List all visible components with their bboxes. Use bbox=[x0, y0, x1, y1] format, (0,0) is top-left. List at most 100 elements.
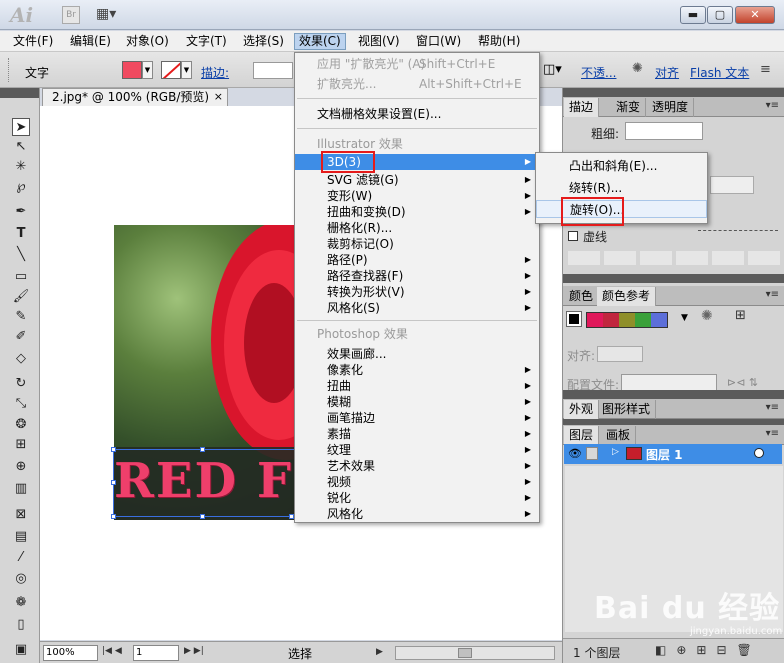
menu-view[interactable]: 视图(V) bbox=[354, 33, 404, 50]
panel-menu-icon[interactable]: ▾≡ bbox=[766, 289, 779, 300]
direct-selection-tool-icon[interactable]: ↖ bbox=[12, 138, 30, 156]
column-graph-tool-icon[interactable]: ▯ bbox=[12, 616, 30, 634]
opacity-link[interactable]: 不透... bbox=[581, 64, 616, 81]
tab-graphic-styles[interactable]: 图形样式 bbox=[597, 400, 657, 419]
menu-item-distort-transform[interactable]: 扭曲和变换(D) ▶ bbox=[295, 204, 539, 220]
visibility-eye-icon[interactable]: 👁 bbox=[568, 447, 582, 460]
page-nav-first-icon[interactable]: |◀ ◀ bbox=[102, 646, 122, 656]
save-color-group-icon[interactable]: ⊞ bbox=[735, 308, 746, 323]
pen-tool-icon[interactable]: ✒ bbox=[12, 203, 30, 221]
menu-item-sharpen[interactable]: 锐化 ▶ bbox=[295, 490, 539, 506]
menu-edit[interactable]: 编辑(E) bbox=[66, 33, 115, 50]
menu-item-convert-to-shape[interactable]: 转换为形状(V) ▶ bbox=[295, 284, 539, 300]
menu-item-sketch[interactable]: 素描 ▶ bbox=[295, 426, 539, 442]
harmony-swatch[interactable] bbox=[603, 313, 619, 327]
miter-field[interactable] bbox=[710, 176, 754, 194]
menu-window[interactable]: 窗口(W) bbox=[412, 33, 465, 50]
menu-effect[interactable]: 效果(C) bbox=[294, 33, 346, 50]
stroke-link[interactable]: 描边: bbox=[201, 64, 229, 81]
menu-item-revolve[interactable]: 绕转(R)... bbox=[536, 179, 707, 197]
menu-item-stylize-ai[interactable]: 风格化(S) ▶ bbox=[295, 300, 539, 316]
mesh-tool-icon[interactable]: ⊠ bbox=[12, 506, 30, 524]
fill-swatch[interactable] bbox=[122, 61, 142, 79]
tab-color[interactable]: 颜色 bbox=[564, 287, 600, 306]
menu-item-stylize-ps[interactable]: 风格化 ▶ bbox=[295, 506, 539, 522]
harmony-swatch[interactable] bbox=[635, 313, 651, 327]
layer-actions-icon[interactable]: ◧⊕⊞⊟🗑 bbox=[655, 643, 762, 657]
page-nav-next-icon[interactable]: ▶ ▶| bbox=[184, 646, 204, 656]
menu-object[interactable]: 对象(O) bbox=[122, 33, 173, 50]
panel-collapse-bar[interactable] bbox=[563, 390, 784, 399]
layer-row[interactable]: 👁 ▷ 图层 1 bbox=[564, 444, 782, 464]
paintbrush-tool-icon[interactable]: 🖌 bbox=[12, 288, 30, 306]
close-tab-icon[interactable]: × bbox=[214, 89, 223, 105]
dashed-checkbox[interactable] bbox=[568, 231, 578, 241]
panel-menu-icon[interactable]: ▾≡ bbox=[766, 100, 779, 111]
menu-item-pathfinder[interactable]: 路径查找器(F) ▶ bbox=[295, 268, 539, 284]
stroke-swatch[interactable] bbox=[161, 61, 181, 79]
harmony-swatch[interactable] bbox=[619, 313, 635, 327]
warp-tool-icon[interactable]: ❂ bbox=[12, 416, 30, 434]
tab-layers[interactable]: 图层 bbox=[564, 426, 600, 445]
eyedropper-tool-icon[interactable]: ⁄ bbox=[12, 549, 30, 567]
shape-builder-tool-icon[interactable]: ⊕ bbox=[12, 458, 30, 476]
minimize-button[interactable]: ▬ bbox=[680, 6, 706, 24]
symbol-sprayer-tool-icon[interactable]: ❁ bbox=[12, 594, 30, 612]
menu-item-doc-raster-settings[interactable]: 文档栅格效果设置(E)... bbox=[295, 106, 539, 122]
stroke-dropdown-icon[interactable]: ▼ bbox=[181, 61, 192, 79]
rectangle-tool-icon[interactable]: ▭ bbox=[12, 268, 30, 286]
menu-item-svg-filters[interactable]: SVG 滤镜(G) ▶ bbox=[295, 172, 539, 188]
tab-artboards[interactable]: 画板 bbox=[601, 426, 637, 445]
layout-grid-icon[interactable]: ▦▾ bbox=[96, 6, 130, 24]
color-harmony-strip[interactable] bbox=[586, 312, 668, 328]
menu-item-texture[interactable]: 纹理 ▶ bbox=[295, 442, 539, 458]
menu-item-warp[interactable]: 变形(W) ▶ bbox=[295, 188, 539, 204]
base-color-swatch[interactable] bbox=[566, 311, 582, 327]
menu-item-rasterize[interactable]: 栅格化(R)... bbox=[295, 220, 539, 236]
scale-tool-icon[interactable]: ⤡ bbox=[12, 395, 30, 413]
free-transform-tool-icon[interactable]: ⊞ bbox=[12, 436, 30, 454]
flash-text-link[interactable]: Flash 文本 bbox=[690, 64, 749, 81]
selection-handle[interactable] bbox=[111, 447, 116, 452]
layer-target-icon[interactable] bbox=[754, 448, 764, 458]
tools-panel-header[interactable] bbox=[0, 88, 39, 98]
harmony-dropdown-icon[interactable]: ▼ bbox=[681, 313, 688, 323]
stroke-weight-field[interactable] bbox=[253, 62, 293, 79]
rotate-tool-icon[interactable]: ↻ bbox=[12, 375, 30, 393]
align-link[interactable]: 对齐 bbox=[655, 64, 679, 81]
tab-stroke[interactable]: 描边 bbox=[564, 98, 600, 117]
menu-item-artistic[interactable]: 艺术效果 ▶ bbox=[295, 458, 539, 474]
menu-item-extrude-bevel[interactable]: 凸出和斜角(E)... bbox=[536, 157, 707, 175]
menu-type[interactable]: 文字(T) bbox=[182, 33, 231, 50]
align-stroke-buttons[interactable] bbox=[597, 346, 643, 362]
pencil-tool-icon[interactable]: ✎ bbox=[12, 308, 30, 326]
lock-toggle[interactable] bbox=[586, 447, 598, 460]
zoom-field[interactable]: 100% bbox=[43, 645, 98, 661]
recolor-icon[interactable]: ✺ bbox=[632, 61, 643, 76]
tab-gradient[interactable]: 渐变 bbox=[611, 98, 647, 117]
menu-help[interactable]: 帮助(H) bbox=[474, 33, 524, 50]
panel-menu-icon[interactable]: ≡ bbox=[760, 62, 771, 77]
document-tab[interactable]: 2.jpg* @ 100% (RGB/预览) × bbox=[42, 88, 228, 106]
grip-handle[interactable] bbox=[8, 58, 11, 82]
menu-item-blur[interactable]: 模糊 ▶ bbox=[295, 394, 539, 410]
dash-gap-fields[interactable] bbox=[568, 251, 780, 265]
blob-brush-tool-icon[interactable]: ✐ bbox=[12, 328, 30, 346]
line-tool-icon[interactable]: ╲ bbox=[12, 246, 30, 264]
menu-select[interactable]: 选择(S) bbox=[239, 33, 288, 50]
selection-handle[interactable] bbox=[200, 447, 205, 452]
status-arrow-icon[interactable]: ▶ bbox=[376, 647, 383, 657]
flip-profile-icon[interactable]: ⊳⊲ ⇅ bbox=[727, 376, 758, 389]
tab-transparency[interactable]: 透明度 bbox=[647, 98, 695, 117]
bridge-button[interactable]: Br bbox=[62, 6, 80, 24]
panel-collapse-bar[interactable] bbox=[563, 88, 784, 97]
scrollbar-thumb[interactable] bbox=[458, 648, 472, 658]
menu-file[interactable]: 文件(F) bbox=[9, 33, 57, 50]
menu-item-video[interactable]: 视频 ▶ bbox=[295, 474, 539, 490]
artboard-tool-icon[interactable]: ▣ bbox=[12, 641, 30, 659]
menu-item-brush-strokes[interactable]: 画笔描边 ▶ bbox=[295, 410, 539, 426]
blend-tool-icon[interactable]: ◎ bbox=[12, 570, 30, 588]
menu-item-pixelate[interactable]: 像素化 ▶ bbox=[295, 362, 539, 378]
menu-item-distort[interactable]: 扭曲 ▶ bbox=[295, 378, 539, 394]
selection-tool-icon[interactable]: ➤ bbox=[12, 118, 30, 136]
